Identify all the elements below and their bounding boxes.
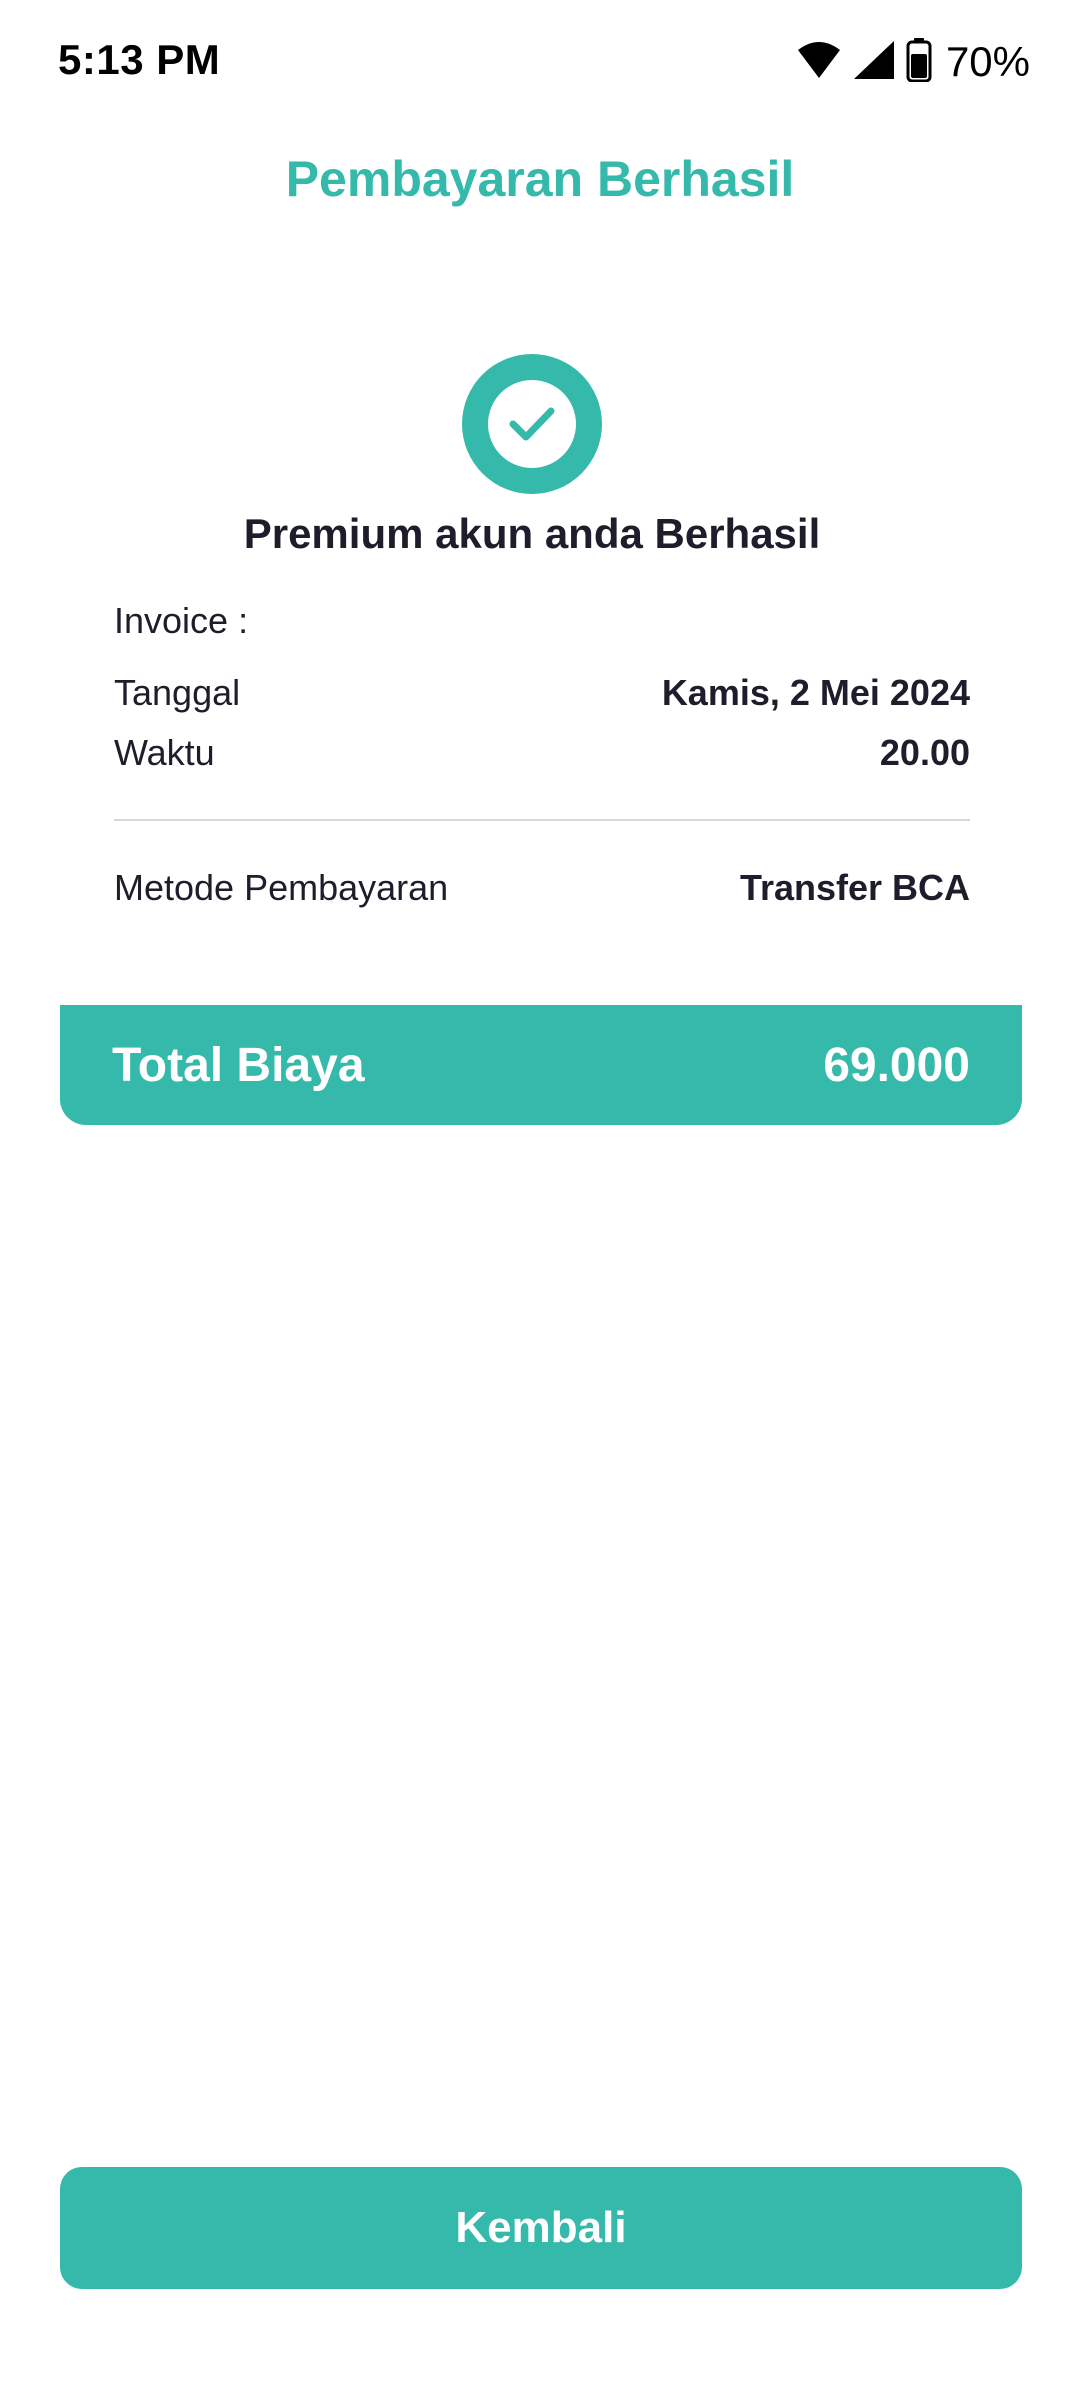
total-cost-label: Total Biaya [112,1038,365,1092]
payment-method-label: Metode Pembayaran [114,867,449,908]
time-value: 20.00 [879,732,970,773]
time-label: Waktu [114,732,215,773]
invoice-row: Invoice : [114,600,970,642]
battery-percent: 70% [945,38,1030,85]
total-cost-bar: Total Biaya 69.000 [60,1005,1022,1125]
cellular-signal-icon [852,39,896,86]
total-cost-value: 69.000 [823,1038,970,1092]
check-circle-icon [462,354,602,494]
date-label: Tanggal [114,672,241,713]
invoice-label: Invoice : [114,600,249,641]
date-value: Kamis, 2 Mei 2024 [661,672,970,713]
status-icons: 70% [796,36,1030,88]
back-button[interactable]: Kembali [60,2167,1022,2289]
divider [114,819,970,821]
wifi-icon [796,40,842,85]
payment-method-value: Transfer BCA [739,867,970,908]
battery-icon [906,37,932,87]
status-bar: 5:13 PM 70% [0,0,1080,125]
success-message: Premium akun anda Berhasil [243,510,821,557]
status-time: 5:13 PM [58,36,221,83]
time-row: Waktu 20.00 [114,732,970,774]
payment-method-row: Metode Pembayaran Transfer BCA [114,867,970,909]
page-title: Pembayaran Berhasil [285,151,795,207]
date-row: Tanggal Kamis, 2 Mei 2024 [114,672,970,714]
